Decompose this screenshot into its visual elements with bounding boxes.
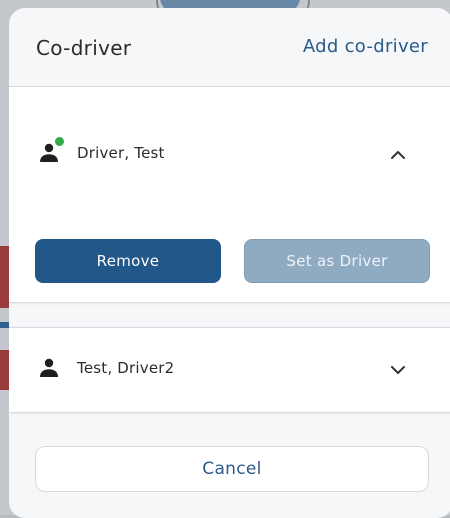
add-codriver-link[interactable]: Add co-driver (303, 36, 428, 57)
person-icon (40, 358, 58, 377)
background-marker (0, 350, 9, 390)
codriver-card: Test, Driver2 (9, 327, 450, 413)
codriver-name: Test, Driver2 (77, 359, 175, 377)
codriver-name: Driver, Test (77, 144, 165, 162)
online-status-icon (55, 137, 64, 146)
background-marker (0, 322, 9, 328)
chevron-down-icon[interactable] (386, 358, 410, 382)
codriver-card: Driver, Test Remove Set as Driver (9, 86, 450, 303)
codriver-dialog: Co-driver Add co-driver Driver, Test Rem… (9, 8, 450, 518)
chevron-up-icon[interactable] (386, 143, 410, 167)
background-marker (0, 246, 9, 308)
dialog-header: Co-driver Add co-driver (9, 8, 450, 86)
remove-button[interactable]: Remove (35, 239, 221, 283)
cancel-button[interactable]: Cancel (35, 446, 429, 492)
set-as-driver-button[interactable]: Set as Driver (244, 239, 430, 283)
dialog-title: Co-driver (36, 36, 132, 60)
codriver-row[interactable]: Driver, Test (9, 135, 450, 175)
codriver-row[interactable]: Test, Driver2 (9, 350, 450, 390)
